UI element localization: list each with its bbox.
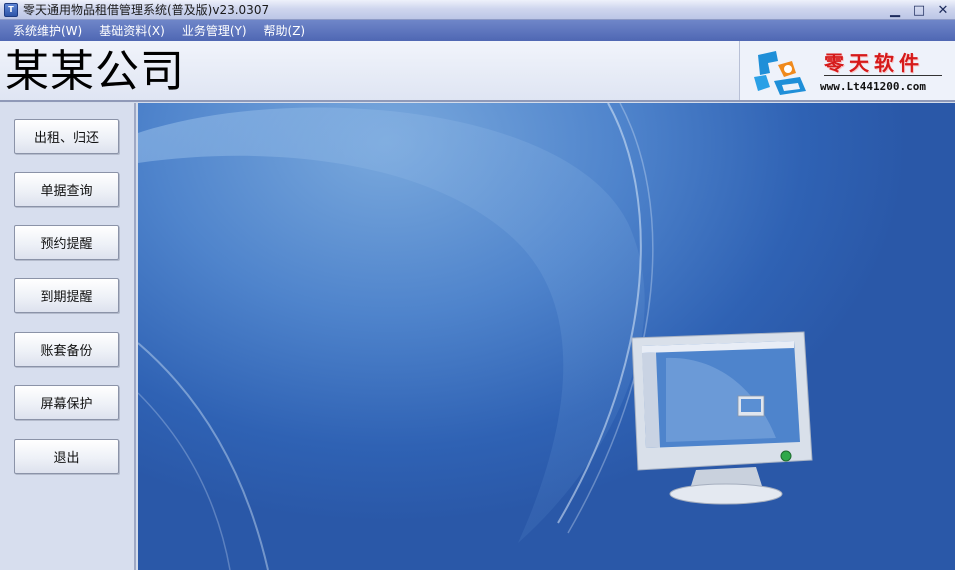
exit-button[interactable]: 退出 [14,439,119,474]
company-name: 某某公司 [5,46,185,97]
due-reminder-button[interactable]: 到期提醒 [14,278,119,313]
monitor-illustration [631,331,813,505]
brand-logo-icon [754,51,806,95]
title-bar: T 零天通用物品租借管理系统(普及版)v23.0307 ▁ □ ✕ [0,0,955,20]
reservation-reminder-button[interactable]: 预约提醒 [14,225,119,260]
window-controls: ▁ □ ✕ [883,0,955,20]
menu-bar: 系统维护(W) 基础资料(X) 业务管理(Y) 帮助(Z) [0,20,955,41]
menu-help[interactable]: 帮助(Z) [257,22,316,39]
app-icon: T [4,2,18,17]
brand-name: 零天软件 [824,51,924,75]
maximize-button[interactable]: □ [907,0,931,20]
menu-basic-data[interactable]: 基础资料(X) [92,22,175,39]
wallpaper-swirl [138,103,654,570]
close-button[interactable]: ✕ [931,0,955,20]
sidebar: 出租、归还 单据查询 预约提醒 到期提醒 账套备份 屏幕保护 退出 [0,103,136,570]
brand-divider [824,75,942,76]
account-backup-button[interactable]: 账套备份 [14,332,119,367]
window-title: 零天通用物品租借管理系统(普及版)v23.0307 [23,3,270,17]
document-query-button[interactable]: 单据查询 [14,172,119,207]
brand-logo: 零天软件 www.Lt441200.com [739,41,955,100]
rent-return-button[interactable]: 出租、归还 [14,119,119,154]
menu-business-management[interactable]: 业务管理(Y) [175,22,257,39]
desktop-wallpaper [138,103,955,570]
menu-system-maintenance[interactable]: 系统维护(W) [6,22,92,39]
brand-url: www.Lt441200.com [820,80,926,93]
header-banner: 某某公司 零天软件 www.Lt441200.com [0,41,955,102]
screen-saver-button[interactable]: 屏幕保护 [14,385,119,420]
minimize-button[interactable]: ▁ [883,0,907,20]
